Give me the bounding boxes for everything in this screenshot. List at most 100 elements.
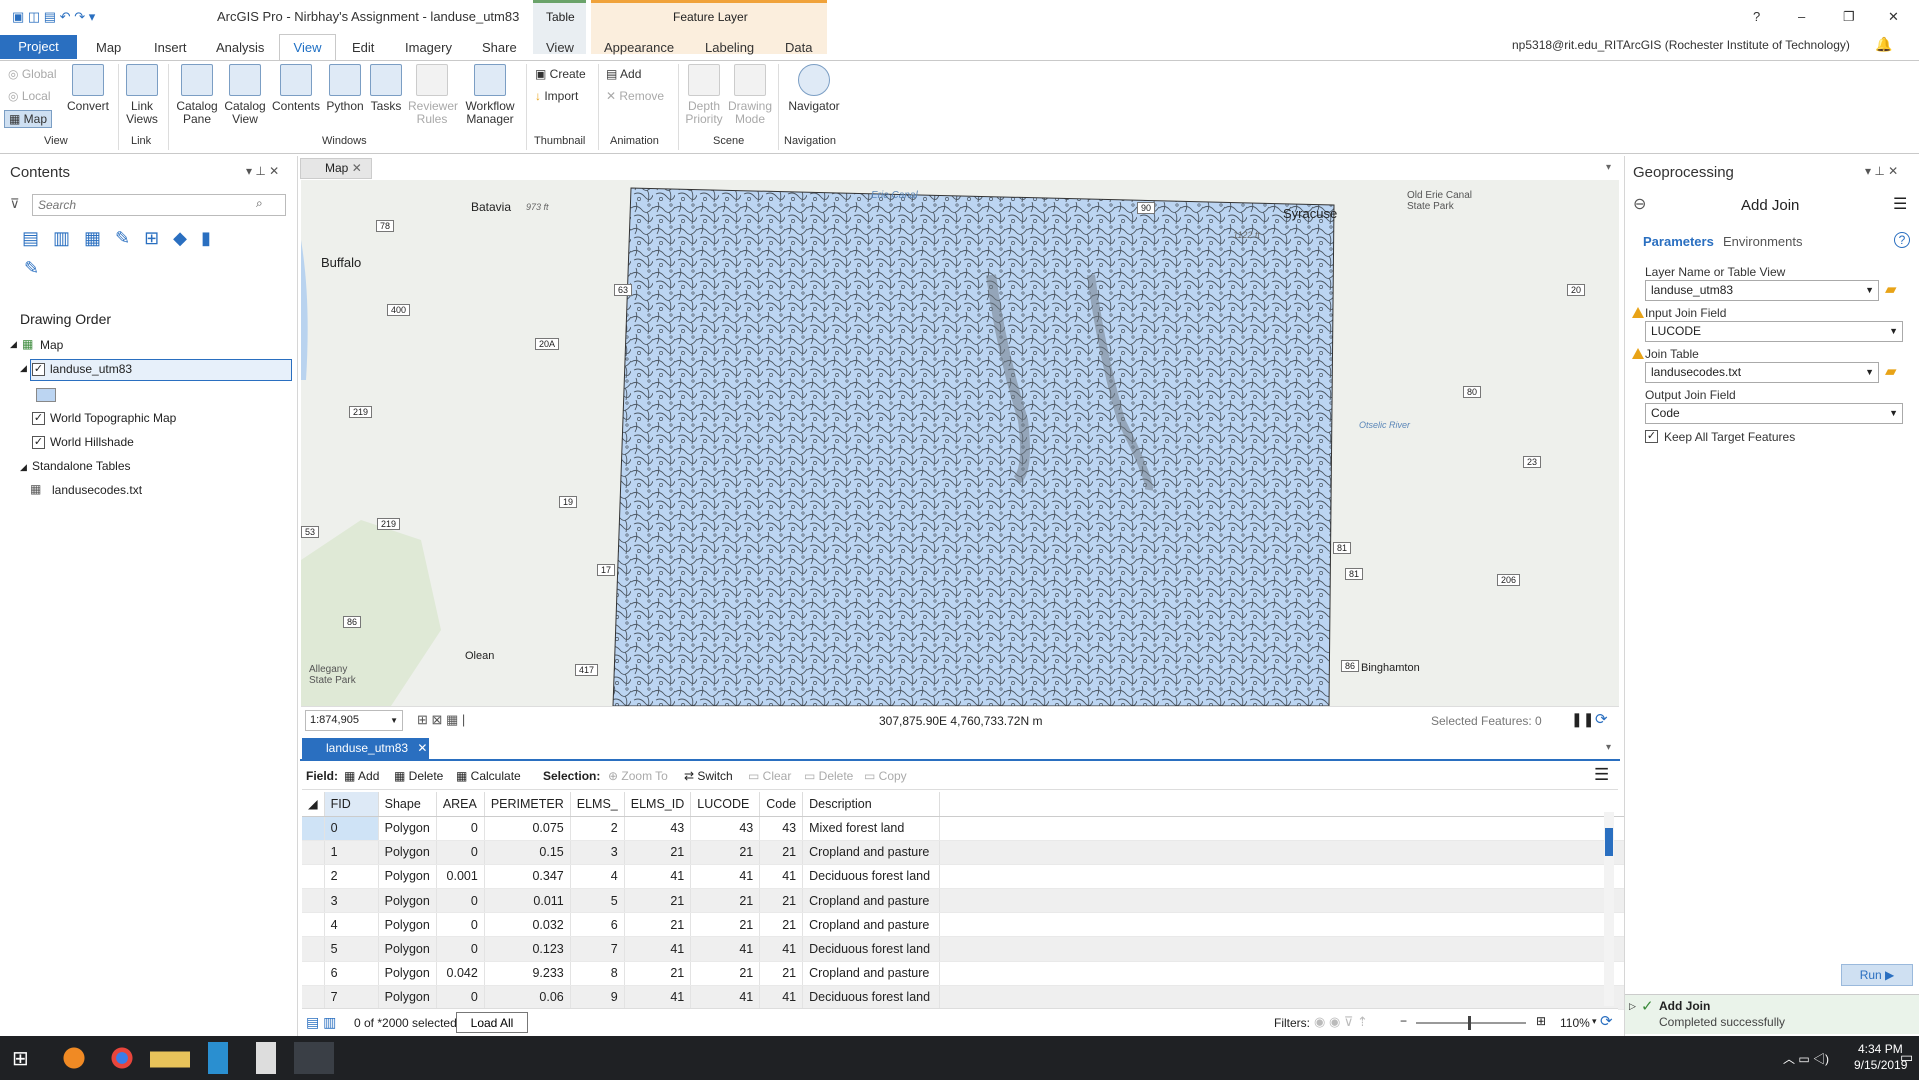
table-cell[interactable]: 43 — [759, 816, 804, 841]
add-field-button[interactable]: ▦ Add — [344, 769, 379, 783]
table-cell[interactable]: 6 — [570, 912, 625, 938]
chrome-icon[interactable] — [102, 1042, 142, 1074]
tool-menu-icon[interactable]: ☰ — [1893, 194, 1907, 214]
table-cell[interactable]: Cropland and pasture — [802, 840, 941, 865]
table-row[interactable]: 0 Polygon 0 0.075 2 43 43 43 Mixed forest land — [302, 816, 1638, 841]
catalog-pane-button[interactable]: Catalog Pane — [174, 64, 220, 126]
table-cell[interactable]: 0.011 — [484, 888, 571, 914]
map-pane-menu-icon[interactable]: ▾ — [1606, 162, 1611, 173]
collapse-tables-icon[interactable]: ◢ — [20, 462, 27, 473]
scale-selector[interactable]: 1:874,905 ▼ — [305, 710, 403, 731]
table-cell[interactable]: Polygon — [378, 840, 437, 865]
zoom-slider-handle[interactable] — [1468, 1016, 1471, 1030]
seven-zip-icon[interactable] — [246, 1042, 286, 1074]
row-selector[interactable] — [302, 961, 325, 986]
table-cell[interactable]: 43 — [624, 816, 692, 841]
table-cell[interactable]: 41 — [624, 985, 692, 1011]
input-join-field-select[interactable]: LUCODE ▼ — [1645, 321, 1903, 342]
table-cell[interactable]: 0.001 — [436, 864, 485, 890]
column-header[interactable]: Description — [802, 792, 941, 817]
show-all-records-icon[interactable]: ▤ ▥ — [306, 1014, 336, 1031]
table-cell[interactable]: 21 — [690, 912, 761, 938]
tab-labeling[interactable]: Labeling — [705, 40, 754, 55]
pane-options-icon[interactable]: ▾ ⊥ ✕ — [246, 164, 279, 178]
action-center-icon[interactable]: ▭ — [1900, 1049, 1913, 1066]
zoom-slider[interactable] — [1416, 1016, 1526, 1030]
tab-view[interactable]: View — [279, 34, 336, 61]
quick-access-toolbar[interactable]: ▣ ◫ ▤ ↶ ↷ ▾ — [12, 9, 95, 25]
minimize-button[interactable]: – — [1798, 9, 1805, 24]
tab-edit[interactable]: Edit — [352, 40, 374, 55]
column-header[interactable]: LUCODE — [690, 792, 761, 817]
firefox-icon[interactable] — [54, 1042, 94, 1074]
table-cell[interactable]: 4 — [570, 864, 625, 890]
table-cell[interactable]: 41 — [690, 985, 761, 1011]
table-cell[interactable]: 41 — [759, 864, 804, 890]
tab-environments[interactable]: Environments — [1723, 234, 1802, 249]
close-button[interactable]: ✕ — [1888, 9, 1899, 25]
tab-table-view[interactable]: View — [546, 40, 574, 55]
convert-button[interactable]: Convert — [66, 64, 110, 113]
load-all-button[interactable]: Load All — [456, 1012, 528, 1033]
table-cell[interactable]: 2 — [324, 864, 379, 890]
table-cell[interactable]: 0.06 — [484, 985, 571, 1011]
refresh-icon[interactable]: ⟳ — [1595, 710, 1608, 728]
layer-symbol-swatch[interactable] — [36, 388, 56, 402]
map-view-button[interactable]: ▦ Map — [4, 110, 53, 128]
table-cell[interactable]: 41 — [690, 936, 761, 962]
system-tray-icons[interactable]: ︿ ▭ ◁) — [1783, 1050, 1829, 1067]
user-account[interactable]: np5318@rit.edu_RITArcGIS (Rochester Inst… — [1512, 38, 1850, 52]
pause-drawing-icon[interactable]: ❚❚ — [1571, 711, 1594, 728]
import-thumbnail-button[interactable]: ↓ Import — [535, 89, 578, 103]
table-cell[interactable]: 21 — [690, 840, 761, 865]
table-view-tab[interactable]: landuse_utm83 ✕ — [302, 738, 429, 759]
tab-analysis[interactable]: Analysis — [216, 40, 264, 55]
table-cell[interactable]: 41 — [624, 864, 692, 890]
table-cell[interactable]: 7 — [570, 936, 625, 962]
table-cell[interactable]: 0 — [436, 888, 485, 914]
table-cell[interactable]: Polygon — [378, 816, 437, 841]
table-cell[interactable]: 9.233 — [484, 961, 571, 986]
browse-folder-icon[interactable]: ▰ — [1885, 280, 1897, 298]
expand-message-icon[interactable]: ▷ — [1629, 1001, 1636, 1012]
table-cell[interactable]: 41 — [624, 936, 692, 962]
zoom-in-icon[interactable]: ⊞ — [1536, 1014, 1546, 1028]
table-cell[interactable]: 0 — [436, 912, 485, 938]
table-cell[interactable]: Polygon — [378, 985, 437, 1011]
table-cell[interactable]: 0.15 — [484, 840, 571, 865]
table-cell[interactable]: Cropland and pasture — [802, 888, 941, 914]
chevron-down-icon[interactable]: ▾ — [1592, 1016, 1597, 1027]
table-cell[interactable]: 0 — [436, 840, 485, 865]
table-cell[interactable]: 0 — [436, 985, 485, 1011]
delete-field-button[interactable]: ▦ Delete — [394, 769, 443, 783]
table-menu-icon[interactable]: ☰ — [1594, 765, 1609, 785]
table-cell[interactable]: Deciduous forest land — [802, 985, 941, 1011]
link-views-button[interactable]: Link Views — [122, 64, 162, 126]
tab-appearance[interactable]: Appearance — [604, 40, 674, 55]
column-header[interactable]: ELMS_ID — [624, 792, 692, 817]
tab-imagery[interactable]: Imagery — [405, 40, 452, 55]
map-node[interactable]: Map — [40, 338, 63, 352]
table-cell[interactable]: 9 — [570, 985, 625, 1011]
help-button[interactable]: ? — [1753, 9, 1760, 24]
table-cell[interactable]: 0.042 — [436, 961, 485, 986]
table-cell[interactable]: 41 — [690, 864, 761, 890]
tab-data[interactable]: Data — [785, 40, 812, 55]
table-cell[interactable]: 21 — [759, 961, 804, 986]
table-cell[interactable]: 21 — [759, 840, 804, 865]
refresh-table-icon[interactable]: ⟳ — [1600, 1012, 1613, 1030]
row-selector[interactable] — [302, 888, 325, 914]
tab-insert[interactable]: Insert — [154, 40, 187, 55]
calculate-field-button[interactable]: ▦ Calculate — [456, 769, 521, 783]
attribute-table[interactable]: ◢ FID Shape AREA PERIMETER ELMS_ ELMS_ID… — [302, 792, 1638, 1011]
table-cell[interactable]: 3 — [324, 888, 379, 914]
table-cell[interactable]: 5 — [324, 936, 379, 962]
row-selector-header[interactable]: ◢ — [302, 792, 325, 817]
clock-time[interactable]: 4:34 PM — [1858, 1042, 1903, 1056]
table-cell[interactable]: 0 — [436, 936, 485, 962]
tab-project[interactable]: Project — [0, 35, 77, 59]
tab-parameters[interactable]: Parameters — [1643, 234, 1714, 249]
table-cell[interactable]: Polygon — [378, 864, 437, 890]
table-cell[interactable]: 2 — [570, 816, 625, 841]
column-header[interactable]: PERIMETER — [484, 792, 571, 817]
